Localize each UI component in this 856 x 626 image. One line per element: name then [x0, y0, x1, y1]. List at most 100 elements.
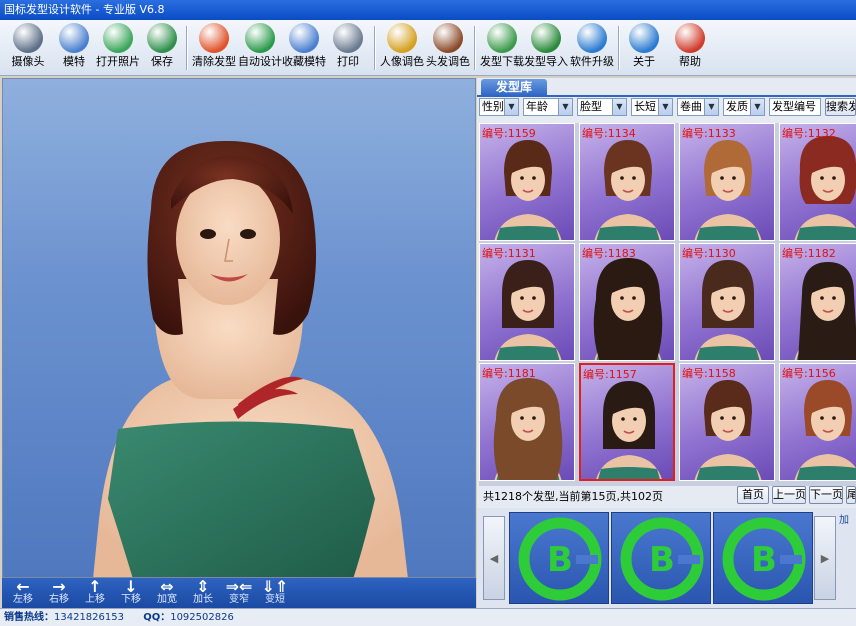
hairstyle-thumbnail[interactable]: 编号:1183 — [579, 243, 675, 361]
hairstyle-thumbnail[interactable]: 编号:1132 — [779, 123, 856, 241]
portrait-color-button[interactable]: 人像调色 — [380, 22, 424, 74]
triangle-right-icon: ▶ — [820, 552, 830, 565]
toolbar-separator — [618, 26, 620, 70]
hairstyle-thumbnail[interactable]: 编号:1182 — [779, 243, 856, 361]
hairstyle-thumbnail[interactable]: 编号:1131 — [479, 243, 575, 361]
hairstyle-preview-icon — [694, 380, 762, 480]
hair-import-button[interactable]: 发型导入 — [524, 22, 568, 74]
gb-logo-icon: B — [518, 517, 602, 601]
title-bar: 国标发型设计软件 - 专业版 V6.8 — [0, 0, 856, 20]
widen-button[interactable]: ⇔ 加宽 — [150, 579, 184, 607]
toolbar-button-label: 打开照片 — [96, 55, 140, 68]
widen-label: 加宽 — [157, 594, 177, 605]
swatch-scroll-right-button[interactable]: ▶ — [814, 516, 836, 600]
hairstyle-thumbnail[interactable]: 编号:1158 — [679, 363, 775, 481]
open-folder-button[interactable]: 打开照片 — [96, 22, 140, 74]
age-select[interactable]: 年龄 ▼ — [523, 98, 573, 116]
hairstyle-code-label: 编号:1158 — [682, 367, 736, 380]
hairstyle-preview-icon — [594, 140, 662, 240]
hair-import-icon — [531, 23, 561, 53]
open-folder-icon — [103, 23, 133, 53]
hairstyle-code-label: 编号:1159 — [482, 127, 536, 140]
swatch-item[interactable]: B — [611, 512, 711, 604]
next-page-button[interactable]: 下一页 — [809, 486, 843, 504]
hairstyle-code-label: 编号:1182 — [782, 247, 836, 260]
move-up-arrow-icon: ↑ — [88, 577, 102, 596]
move-down-label: 下移 — [121, 594, 141, 605]
move-left-arrow-icon: ← — [16, 577, 30, 596]
swatch-scroll-left-button[interactable]: ◀ — [483, 516, 505, 600]
hairstyle-preview-icon — [596, 381, 662, 479]
model-person-button[interactable]: 模特 — [56, 22, 92, 74]
move-down-arrow-icon: ↓ — [124, 577, 138, 596]
clear-x-button[interactable]: 清除发型 — [192, 22, 236, 74]
auto-design-button[interactable]: 自动设计 — [238, 22, 282, 74]
save-button[interactable]: 保存 — [144, 22, 180, 74]
hairstyle-thumbnail[interactable]: 编号:1181 — [479, 363, 575, 481]
hairstyle-code-label: 编号:1133 — [682, 127, 736, 140]
tab-hairstyle-library[interactable]: 发型库 — [481, 79, 547, 96]
hairstyle-thumbnail[interactable]: 编号:1130 — [679, 243, 775, 361]
model-face — [176, 173, 280, 305]
printer-button[interactable]: 打印 — [330, 22, 366, 74]
about-info-button[interactable]: 关于 — [626, 22, 662, 74]
toolbar-button-label: 清除发型 — [192, 55, 236, 68]
length-select[interactable]: 长短 ▼ — [631, 98, 673, 116]
curl-select[interactable]: 卷曲 ▼ — [677, 98, 719, 116]
toolbar-button-label: 摄像头 — [11, 55, 45, 68]
left-eye — [200, 229, 216, 239]
webcam-button[interactable]: 摄像头 — [6, 22, 50, 74]
face-select-value: 脸型 — [580, 100, 602, 113]
hairstyle-code-label: 编号:1157 — [583, 368, 637, 381]
chevron-down-icon: ▼ — [612, 99, 626, 115]
upgrade-globe-button[interactable]: 软件升级 — [570, 22, 614, 74]
move-up-button[interactable]: ↑ 上移 — [78, 579, 112, 607]
search-hairstyle-button[interactable]: 搜索发型 — [825, 98, 856, 116]
hair-download-button[interactable]: 发型下载 — [480, 22, 524, 74]
model-portrait — [93, 140, 408, 577]
gb-logo-icon: B — [620, 517, 704, 601]
move-left-button[interactable]: ← 左移 — [6, 579, 40, 607]
hairstyle-code-label: 编号:1181 — [482, 367, 536, 380]
last-page-button[interactable]: 尾页 — [846, 486, 856, 504]
face-shape-select[interactable]: 脸型 ▼ — [577, 98, 627, 116]
hairstyle-thumbnail[interactable]: 编号:1134 — [579, 123, 675, 241]
move-right-button[interactable]: → 右移 — [42, 579, 76, 607]
texture-select[interactable]: 发质 ▼ — [723, 98, 765, 116]
clear-x-icon — [199, 23, 229, 53]
add-label[interactable]: 加 — [839, 515, 849, 526]
svg-text:B: B — [547, 540, 573, 580]
gender-select[interactable]: 性别 ▼ — [479, 98, 519, 116]
save-icon — [147, 23, 177, 53]
lengthen-button[interactable]: ⇕ 加长 — [186, 579, 220, 607]
help-question-button[interactable]: 帮助 — [672, 22, 708, 74]
narrow-button[interactable]: ⇒⇐ 变窄 — [222, 579, 256, 607]
chevron-down-icon: ▼ — [704, 99, 718, 115]
hairstyle-preview-icon — [593, 258, 663, 360]
hairstyle-thumbnail[interactable]: 编号:1156 — [779, 363, 856, 481]
hairstyle-code-input[interactable]: 发型编号 — [769, 98, 821, 116]
toolbar-button-label: 帮助 — [679, 55, 701, 68]
first-page-button[interactable]: 首页 — [737, 486, 769, 504]
favorite-model-button[interactable]: 收藏模特 — [282, 22, 326, 74]
lengthen-arrow-icon: ⇕ — [196, 577, 210, 596]
prev-page-button[interactable]: 上一页 — [772, 486, 806, 504]
shorten-arrow-icon: ⇓⇑ — [261, 577, 289, 596]
hairstyle-thumbnail[interactable]: 编号:1133 — [679, 123, 775, 241]
app-window: 国标发型设计软件 - 专业版 V6.8 摄像头 模特 打开照片 保存 清除发型 自动设计收… — [0, 0, 856, 626]
hairstyle-thumbnail[interactable]: 编号:1157 — [579, 363, 675, 481]
photo-canvas[interactable] — [2, 78, 476, 578]
hairstyle-code-label: 编号:1134 — [582, 127, 636, 140]
move-down-button[interactable]: ↓ 下移 — [114, 579, 148, 607]
hairstyle-preview-icon — [493, 378, 563, 480]
toolbar-button-label: 关于 — [633, 55, 655, 68]
narrow-arrow-icon: ⇒⇐ — [225, 577, 253, 596]
widen-arrow-icon: ⇔ — [160, 577, 174, 596]
swatch-item[interactable]: B — [713, 512, 813, 604]
hairstyle-preview-icon — [694, 260, 762, 360]
hairstyle-thumbnail[interactable]: 编号:1159 — [479, 123, 575, 241]
triangle-left-icon: ◀ — [489, 552, 499, 565]
hair-color-button[interactable]: 头发调色 — [426, 22, 470, 74]
shorten-button[interactable]: ⇓⇑ 变短 — [258, 579, 292, 607]
swatch-item[interactable]: B — [509, 512, 609, 604]
